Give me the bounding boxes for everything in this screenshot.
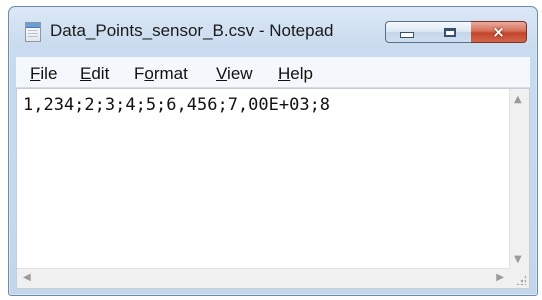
notepad-window: Data_Points_sensor_B.csv - Notepad × Fil…	[8, 6, 538, 296]
close-button[interactable]: ×	[471, 21, 527, 43]
menu-help[interactable]: Help	[278, 64, 313, 84]
editor-text[interactable]: 1,234;2;3;4;5;6,456;7,00E+03;8	[23, 95, 330, 115]
menu-format[interactable]: Format	[134, 64, 188, 84]
resize-grip-icon[interactable]	[510, 269, 529, 288]
menu-format-prefix: F	[134, 64, 145, 83]
scroll-up-icon[interactable]: ▲	[514, 94, 522, 105]
menu-bar: File Edit Format View Help	[16, 57, 530, 88]
minimize-icon	[400, 32, 414, 38]
close-icon: ×	[492, 22, 505, 41]
horizontal-scrollbar[interactable]: ◀ ▶	[17, 268, 510, 288]
menu-help-label: elp	[290, 64, 313, 83]
vertical-scrollbar[interactable]: ▲ ▼	[509, 89, 529, 269]
text-editor[interactable]: 1,234;2;3;4;5;6,456;7,00E+03;8 ▲ ▼ ◀ ▶	[16, 88, 530, 289]
menu-view-label: iew	[227, 64, 253, 83]
scroll-left-icon[interactable]: ◀	[23, 272, 31, 283]
menu-view[interactable]: View	[216, 64, 253, 84]
scroll-down-icon[interactable]: ▼	[514, 254, 522, 265]
notepad-icon[interactable]	[25, 22, 41, 42]
title-bar[interactable]: Data_Points_sensor_B.csv - Notepad ×	[9, 7, 537, 55]
minimize-button[interactable]	[385, 21, 429, 43]
menu-file-mnemonic: F	[30, 64, 41, 83]
menu-edit[interactable]: Edit	[80, 64, 109, 84]
maximize-icon	[443, 27, 456, 37]
menu-view-mnemonic: V	[216, 64, 228, 83]
menu-file-label: ile	[40, 64, 58, 83]
menu-file[interactable]: File	[30, 64, 57, 84]
menu-format-label: rmat	[153, 64, 188, 83]
menu-help-mnemonic: H	[278, 64, 291, 83]
menu-edit-label: dit	[91, 64, 110, 83]
scroll-right-icon[interactable]: ▶	[496, 272, 504, 283]
menu-format-mnemonic: o	[144, 64, 154, 83]
menu-edit-mnemonic: E	[80, 64, 92, 83]
window-title: Data_Points_sensor_B.csv - Notepad	[50, 21, 334, 40]
maximize-button[interactable]	[428, 21, 472, 43]
